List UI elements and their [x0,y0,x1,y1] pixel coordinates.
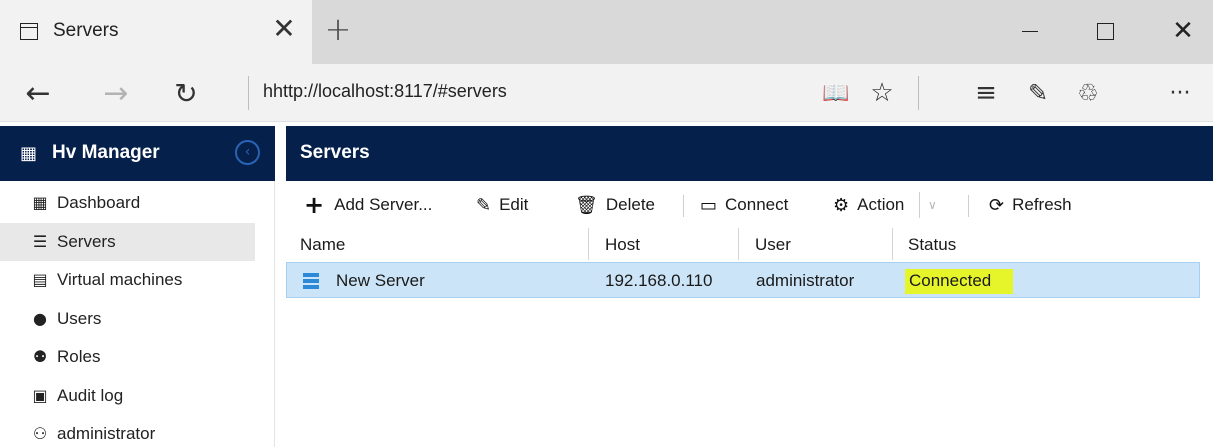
add-server-label: Add Server... [334,195,433,214]
close-window-icon[interactable]: ✕ [1161,10,1205,52]
admin-user-icon: ⚇ [32,424,48,443]
monitor-icon: ▭ [700,194,718,216]
sidebar-item-dashboard[interactable]: ▦ Dashboard [0,184,255,223]
column-divider[interactable] [892,228,893,260]
sidebar-item-label: Dashboard [57,193,141,213]
table-header: Name Host User Status [286,226,1200,262]
browser-tab[interactable]: Servers ✕ [0,0,312,64]
action-button[interactable]: ⚙ Action [833,192,904,218]
column-header-user[interactable]: User [755,235,791,255]
browser-nav-bar: ← → ↻ hhttp://localhost:8117/#servers 📖 … [0,64,1213,122]
delete-label: Delete [605,195,655,214]
sidebar-item-administrator[interactable]: ⚇ administrator [0,415,255,447]
gear-icon: ⚙ [833,194,850,216]
sidebar-item-label: Audit log [57,385,124,405]
roles-icon: ⚉ [32,347,48,366]
maximize-icon [1096,22,1114,40]
virtual-machine-icon: ▤ [32,270,48,289]
sidebar-item-audit-log[interactable]: ▣ Audit log [0,377,255,416]
toolbar-divider [968,195,969,217]
new-tab-icon[interactable]: + [323,13,353,46]
sidebar: ▦ Hv Manager ‹ ▦ Dashboard ☰ Servers ▤ V… [0,126,275,447]
sidebar-item-label: Virtual machines [57,270,183,290]
sidebar-item-label: Servers [57,231,116,251]
refresh-icon[interactable]: ↻ [166,73,206,113]
app-title: Hv Manager [52,142,160,163]
add-server-button[interactable]: + Add Server... [304,191,433,219]
web-note-icon[interactable]: ✎ [1018,73,1058,113]
nav-divider [918,76,919,110]
edit-icon: ✎ [476,194,492,216]
action-label: Action [857,195,905,214]
nav-divider [248,76,249,110]
back-arrow-icon[interactable]: ← [18,73,58,113]
forward-arrow-icon[interactable]: → [96,73,136,113]
tab-title: Servers [53,20,119,41]
column-header-status[interactable]: Status [908,235,956,255]
cell-host: 192.168.0.110 [605,271,713,290]
sidebar-header: ▦ Hv Manager ‹ [0,126,275,181]
maximize-button[interactable] [1083,10,1127,52]
favorite-star-icon[interactable]: ☆ [862,73,902,113]
user-icon: ● [33,308,47,328]
browser-tab-bar: Servers ✕ + ✕ [0,0,1213,64]
toolbar: + Add Server... ✎ Edit 🗑 Delete ▭ Connec… [286,186,1213,224]
sidebar-item-virtual-machines[interactable]: ▤ Virtual machines [0,261,255,300]
server-icon [303,273,319,289]
refresh-icon: ⟳ [989,194,1005,216]
sidebar-item-label: administrator [57,424,156,444]
address-bar[interactable]: hhttp://localhost:8117/#servers [263,81,507,102]
trash-icon: 🗑 [575,194,598,216]
dashboard-icon: ▦ [32,193,48,212]
app-logo-icon: ▦ [20,143,38,163]
tab-page-icon [20,23,38,40]
status-badge: Connected [905,269,1014,294]
more-options-icon[interactable]: ··· [1160,73,1200,113]
hub-icon[interactable]: ≡ [966,73,1006,113]
server-icon: ☰ [32,231,48,251]
sidebar-item-label: Roles [57,347,101,367]
toolbar-divider [683,195,684,217]
cell-user: administrator [756,271,855,290]
main-content: Servers + Add Server... ✎ Edit 🗑 Delete … [286,126,1213,447]
refresh-label: Refresh [1012,195,1072,214]
page-title: Servers [300,142,370,163]
sidebar-item-users[interactable]: ● Users [0,300,255,339]
share-icon[interactable]: ♲ [1068,73,1108,113]
chevron-down-icon[interactable]: ∨ [919,192,937,218]
column-header-name[interactable]: Name [300,235,345,255]
edit-button[interactable]: ✎ Edit [476,192,528,218]
table-row[interactable]: New Server 192.168.0.110 administrator C… [286,262,1200,298]
connect-button[interactable]: ▭ Connect [700,192,788,218]
column-header-host[interactable]: Host [605,235,640,255]
column-divider[interactable] [738,228,739,260]
reading-view-icon[interactable]: 📖 [816,73,856,113]
page-header: Servers [286,126,1213,181]
sidebar-item-roles[interactable]: ⚉ Roles [0,338,255,377]
sidebar-item-servers[interactable]: ☰ Servers [0,222,255,261]
cell-status: Connected [905,269,1014,294]
column-divider[interactable] [588,228,589,260]
sidebar-nav: ▦ Dashboard ☰ Servers ▤ Virtual machines… [0,184,275,447]
tab-close-icon[interactable]: ✕ [268,14,300,46]
delete-button[interactable]: 🗑 Delete [575,192,655,218]
minimize-button[interactable] [1008,10,1052,52]
edit-label: Edit [499,195,529,214]
cell-name: New Server [336,271,425,290]
servers-table: Name Host User Status New Server 192.168… [286,226,1200,298]
refresh-button[interactable]: ⟳ Refresh [989,192,1072,218]
connect-label: Connect [725,195,789,214]
plus-icon: + [304,191,325,219]
audit-log-icon: ▣ [32,385,48,405]
sidebar-item-label: Users [57,308,102,328]
collapse-sidebar-icon[interactable]: ‹ [235,140,260,165]
minimize-icon [1022,30,1038,32]
